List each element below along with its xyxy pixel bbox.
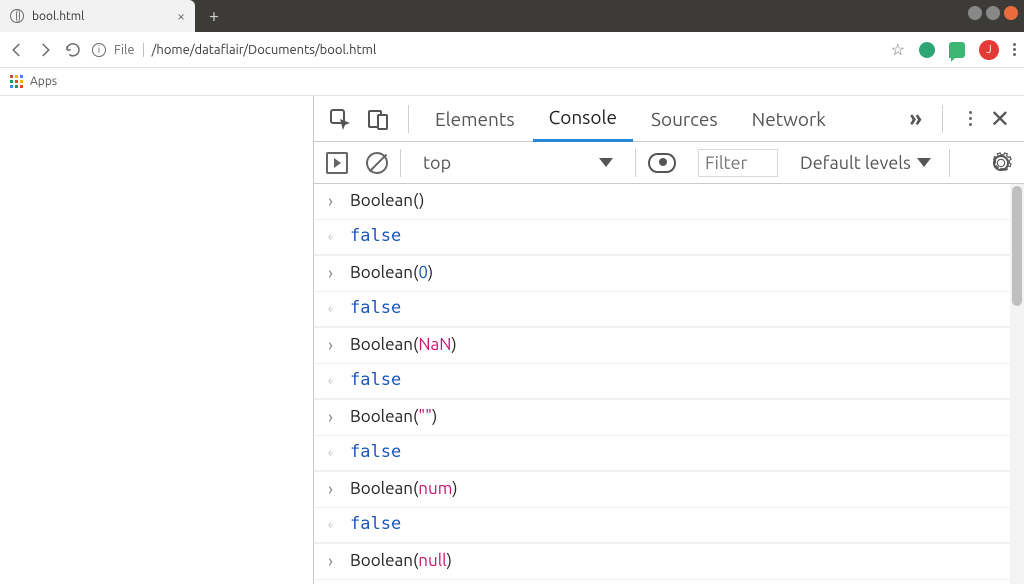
more-tabs-icon[interactable]: »: [909, 106, 915, 131]
scrollbar-thumb[interactable]: [1012, 186, 1022, 306]
expand-arrow-icon[interactable]: [328, 405, 344, 430]
console-result-value: false: [350, 369, 401, 393]
browser-menu-button[interactable]: [1013, 43, 1016, 56]
info-icon: i: [92, 43, 106, 57]
return-arrow-icon: [328, 372, 344, 390]
return-arrow-icon: [328, 300, 344, 318]
tab-label: Sources: [651, 108, 718, 130]
new-tab-button[interactable]: +: [201, 3, 227, 29]
live-expression-icon[interactable]: [648, 153, 676, 173]
console-input-code: Boolean(""): [350, 405, 437, 430]
close-devtools-button[interactable]: ✕: [990, 105, 1010, 133]
console-result-row: false: [314, 508, 1010, 543]
close-tab-button[interactable]: ×: [177, 9, 185, 23]
console-input-code: Boolean(0): [350, 261, 433, 286]
return-arrow-icon: [328, 516, 344, 534]
apps-label[interactable]: Apps: [30, 75, 57, 88]
filter-input[interactable]: Filter: [698, 149, 778, 177]
return-arrow-icon: [328, 444, 344, 462]
profile-avatar[interactable]: J: [979, 40, 999, 60]
tab-elements[interactable]: Elements: [419, 96, 531, 142]
divider: [143, 43, 144, 57]
console-result-row: false: [314, 436, 1010, 471]
back-button[interactable]: [8, 41, 26, 59]
divider: [942, 105, 943, 133]
apps-icon[interactable]: [10, 75, 24, 89]
devtools-menu-button[interactable]: [969, 111, 972, 126]
console-input-row[interactable]: Boolean(""): [314, 399, 1010, 436]
context-selector[interactable]: top: [413, 153, 623, 173]
console-result-value: false: [350, 225, 401, 249]
console-result-value: false: [350, 441, 401, 465]
avatar-letter: J: [986, 44, 991, 56]
console-result-row: false: [314, 364, 1010, 399]
browser-tab[interactable]: bool.html ×: [0, 0, 195, 32]
chevron-down-icon: [917, 158, 931, 167]
device-toolbar-icon[interactable]: [366, 107, 390, 131]
inspect-element-icon[interactable]: [328, 107, 352, 131]
extension-comment-icon[interactable]: [949, 42, 965, 58]
console-result-value: false: [350, 513, 401, 537]
window-titlebar: bool.html × +: [0, 0, 1024, 32]
console-input-row[interactable]: Boolean(null): [314, 543, 1010, 580]
log-level-selector[interactable]: Default levels: [800, 153, 931, 173]
tab-console[interactable]: Console: [533, 96, 633, 142]
console-input-row[interactable]: Boolean(): [314, 184, 1010, 220]
toggle-console-drawer-icon[interactable]: [326, 152, 348, 174]
expand-arrow-icon[interactable]: [328, 549, 344, 574]
divider: [408, 105, 409, 133]
address-bar[interactable]: i File /home/dataflair/Documents/bool.ht…: [92, 43, 881, 57]
console-input-row[interactable]: Boolean(NaN): [314, 327, 1010, 364]
console-input-code: Boolean(null): [350, 549, 452, 574]
clear-console-icon[interactable]: [366, 152, 388, 174]
divider: [400, 149, 401, 177]
log-level-value: Default levels: [800, 153, 911, 173]
console-result-row: false: [314, 292, 1010, 327]
devtools-tab-row: Elements Console Sources Network » ✕: [314, 96, 1024, 142]
tab-network[interactable]: Network: [736, 96, 842, 142]
protocol-label: File: [114, 43, 135, 57]
console-settings-icon[interactable]: [990, 152, 1012, 174]
tab-label: Elements: [435, 108, 515, 130]
console-result-value: false: [350, 297, 401, 321]
bookmarks-bar: Apps: [0, 68, 1024, 96]
console-input-row[interactable]: Boolean(0): [314, 255, 1010, 292]
forward-button[interactable]: [36, 41, 54, 59]
console-input-code: Boolean(NaN): [350, 333, 457, 358]
divider: [949, 149, 950, 177]
devtools-panel: Elements Console Sources Network » ✕ top: [313, 96, 1024, 584]
chevron-down-icon: [599, 158, 613, 167]
filter-placeholder: Filter: [705, 153, 747, 173]
tab-sources[interactable]: Sources: [635, 96, 734, 142]
context-value: top: [423, 153, 451, 173]
console-output[interactable]: Boolean() false Boolean(0) false Boolean(NaN…: [314, 184, 1024, 584]
window-controls: [968, 6, 1018, 20]
browser-toolbar: i File /home/dataflair/Documents/bool.ht…: [0, 32, 1024, 68]
page-viewport: [0, 96, 313, 584]
minimize-button[interactable]: [968, 6, 982, 20]
expand-arrow-icon[interactable]: [328, 189, 344, 214]
tab-title: bool.html: [32, 10, 84, 23]
maximize-button[interactable]: [986, 6, 1000, 20]
reload-button[interactable]: [64, 41, 82, 59]
close-window-button[interactable]: [1004, 6, 1018, 20]
extension-grammarly-icon[interactable]: [919, 42, 935, 58]
console-input-code: Boolean(): [350, 189, 424, 214]
expand-arrow-icon[interactable]: [328, 261, 344, 286]
console-result-row: false: [314, 220, 1010, 255]
tab-label: Network: [752, 108, 826, 130]
expand-arrow-icon[interactable]: [328, 477, 344, 502]
console-input-row[interactable]: Boolean(num): [314, 471, 1010, 508]
tab-label: Console: [549, 106, 617, 128]
expand-arrow-icon[interactable]: [328, 333, 344, 358]
bookmark-star-icon[interactable]: ☆: [891, 40, 905, 59]
console-input-code: Boolean(num): [350, 477, 458, 502]
console-toolbar: top Filter Default levels: [314, 142, 1024, 184]
url-path: /home/dataflair/Documents/bool.html: [152, 43, 377, 57]
scrollbar-track[interactable]: [1010, 184, 1024, 584]
console-result-row: false: [314, 580, 1010, 584]
page-favicon-icon: [10, 9, 24, 23]
return-arrow-icon: [328, 228, 344, 246]
divider: [635, 149, 636, 177]
